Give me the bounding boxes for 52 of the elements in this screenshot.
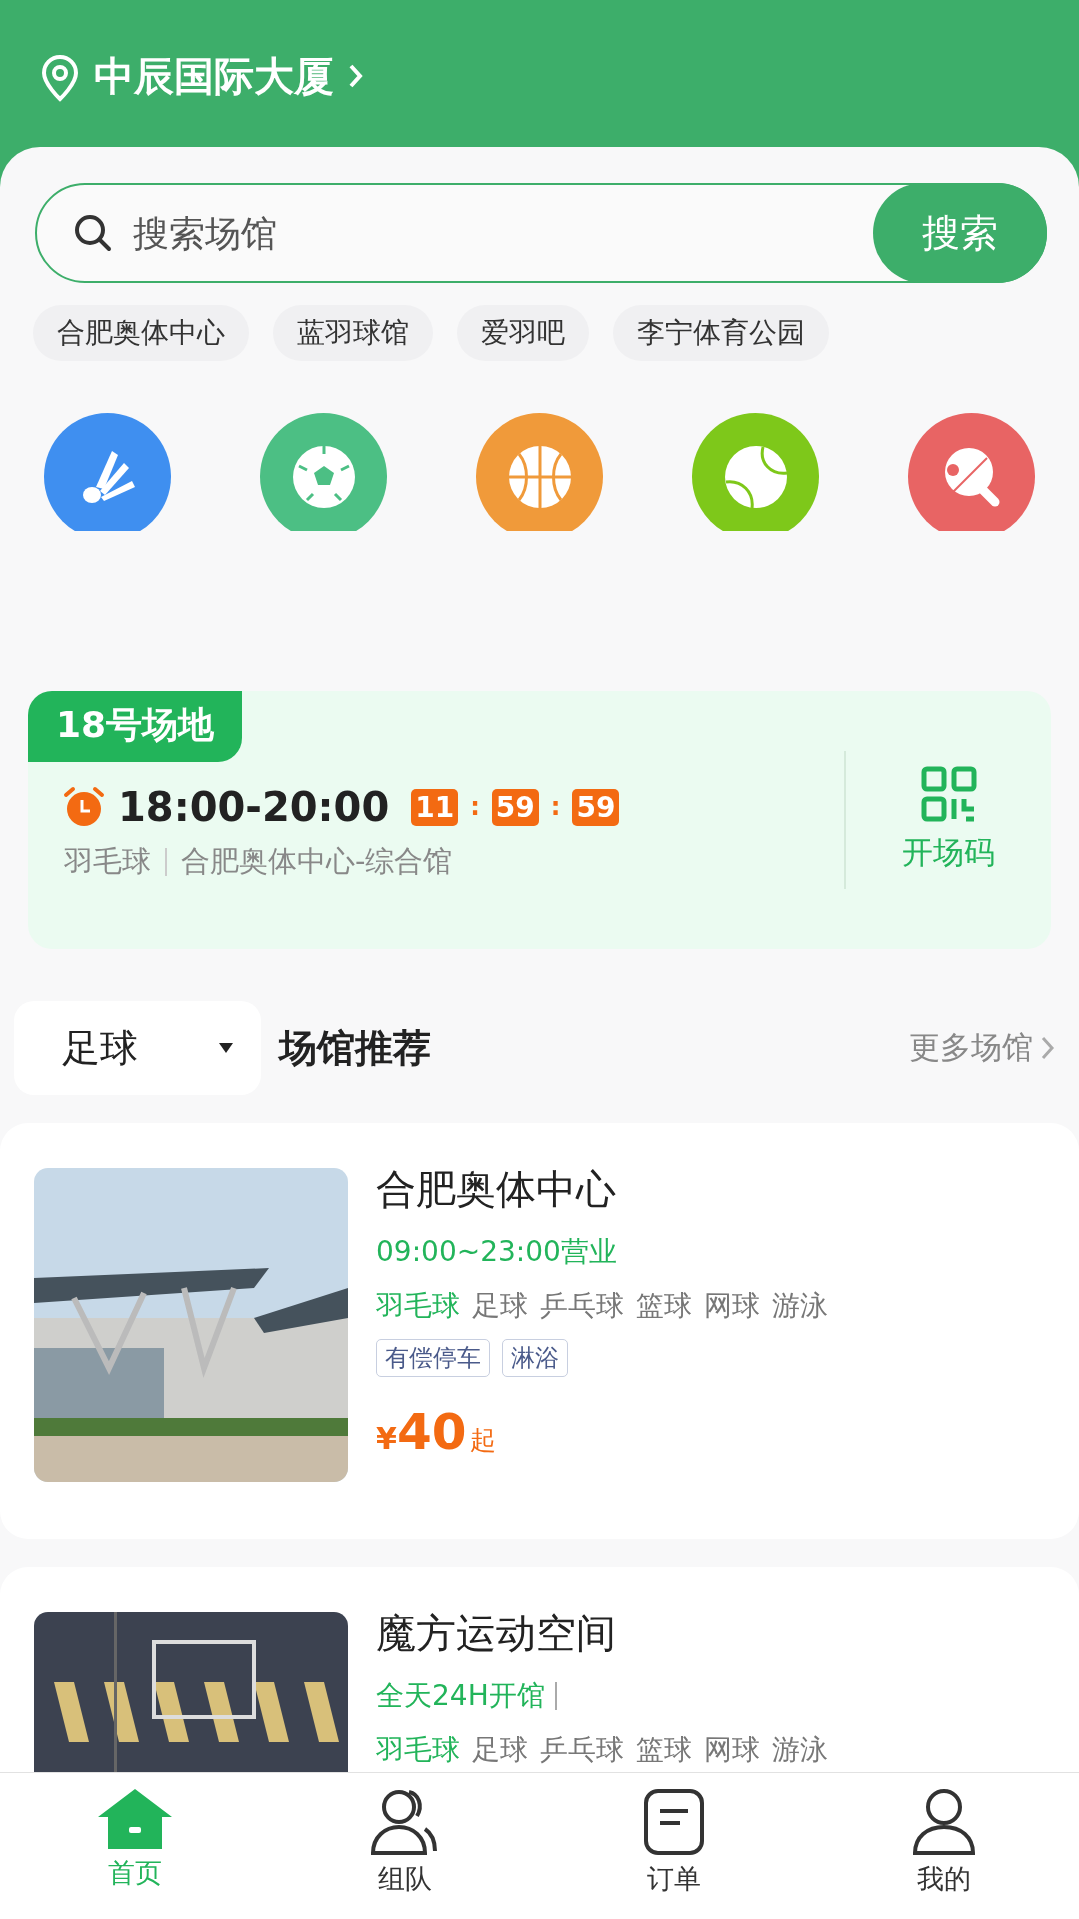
search-icon — [73, 213, 113, 253]
location-pin-icon — [40, 54, 80, 102]
venue-sport: 篮球 — [636, 1288, 692, 1324]
caret-icon — [219, 1043, 233, 1053]
opening-hours: 全天24H开馆 — [376, 1678, 545, 1714]
venue-name: 合肥奥体中心 — [376, 1165, 617, 1214]
venue-sport: 足球 — [472, 1288, 528, 1324]
venue-sport: 篮球 — [636, 1732, 692, 1768]
tennis-ball-icon — [722, 443, 789, 510]
booking-venue: 合肥奥体中心-综合馆 — [181, 843, 453, 880]
venue-sport: 足球 — [472, 1732, 528, 1768]
countdown-digit: 59 — [572, 788, 620, 826]
booking-time: 18:00-20:00 — [118, 784, 390, 830]
opening-hours: 09:00~23:00营业 — [376, 1234, 617, 1270]
venue-name: 魔方运动空间 — [376, 1609, 617, 1658]
hot-search-chip[interactable]: 爱羽吧 — [457, 305, 589, 361]
facility-tag: 淋浴 — [502, 1339, 568, 1377]
hot-search-chip[interactable]: 李宁体育公园 — [613, 305, 829, 361]
facility-tag: 有偿停车 — [376, 1339, 490, 1377]
venue-sport: 羽毛球 — [376, 1732, 460, 1768]
venue-card[interactable]: 合肥奥体中心 09:00~23:00营业 羽毛球 足球 乒乓球 篮球 网球 游泳 有偿停车 淋浴 ¥40 起 — [0, 1123, 1079, 1539]
document-icon — [642, 1787, 707, 1857]
countdown-separator: : — [550, 793, 561, 821]
sport-filter-dropdown[interactable]: 足球 — [14, 1001, 261, 1095]
court-label: 18号场地 — [28, 691, 243, 762]
countdown-digit: 59 — [491, 788, 539, 826]
hot-search-chip[interactable]: 合肥奥体中心 — [33, 305, 249, 361]
venue-sport: 游泳 — [772, 1288, 828, 1324]
venue-sport: 乒乓球 — [540, 1732, 624, 1768]
venue-sport: 乒乓球 — [540, 1288, 624, 1324]
venue-sport: 网球 — [704, 1732, 760, 1768]
alarm-clock-icon — [62, 786, 106, 828]
price: ¥40 起 — [376, 1403, 498, 1461]
qr-code-icon[interactable] — [920, 766, 977, 822]
countdown-digit: 11 — [411, 788, 459, 826]
basketball-icon — [506, 443, 573, 510]
section-title: 场馆推荐 — [279, 1024, 432, 1072]
chevron-right-icon[interactable] — [348, 63, 364, 89]
tab-bar-item[interactable]: 我的 — [809, 1773, 1079, 1919]
booking-card[interactable]: 18号场地 18:00-20:00 11 : 59 : 59 羽毛球 合肥奥体中心-综合馆 开场码 — [28, 691, 1051, 949]
tab-bar-item[interactable]: 订单 — [539, 1773, 810, 1919]
countdown-separator: : — [470, 793, 480, 821]
hot-search-chip[interactable]: 蓝羽球馆 — [273, 305, 433, 361]
venue-sport: 羽毛球 — [376, 1288, 460, 1324]
venue-card[interactable]: 魔方运动空间 全天24H开馆 羽毛球 足球 乒乓球 篮球 网球 游泳 — [0, 1567, 1079, 1772]
person-icon — [911, 1787, 978, 1857]
venue-sport: 游泳 — [772, 1732, 828, 1768]
venue-sport: 网球 — [704, 1288, 760, 1324]
booking-sport: 羽毛球 — [64, 843, 151, 880]
tab-bar-item[interactable]: 组队 — [269, 1773, 540, 1919]
soccer-ball-icon — [290, 443, 357, 510]
chevron-right-icon — [1041, 1035, 1055, 1061]
